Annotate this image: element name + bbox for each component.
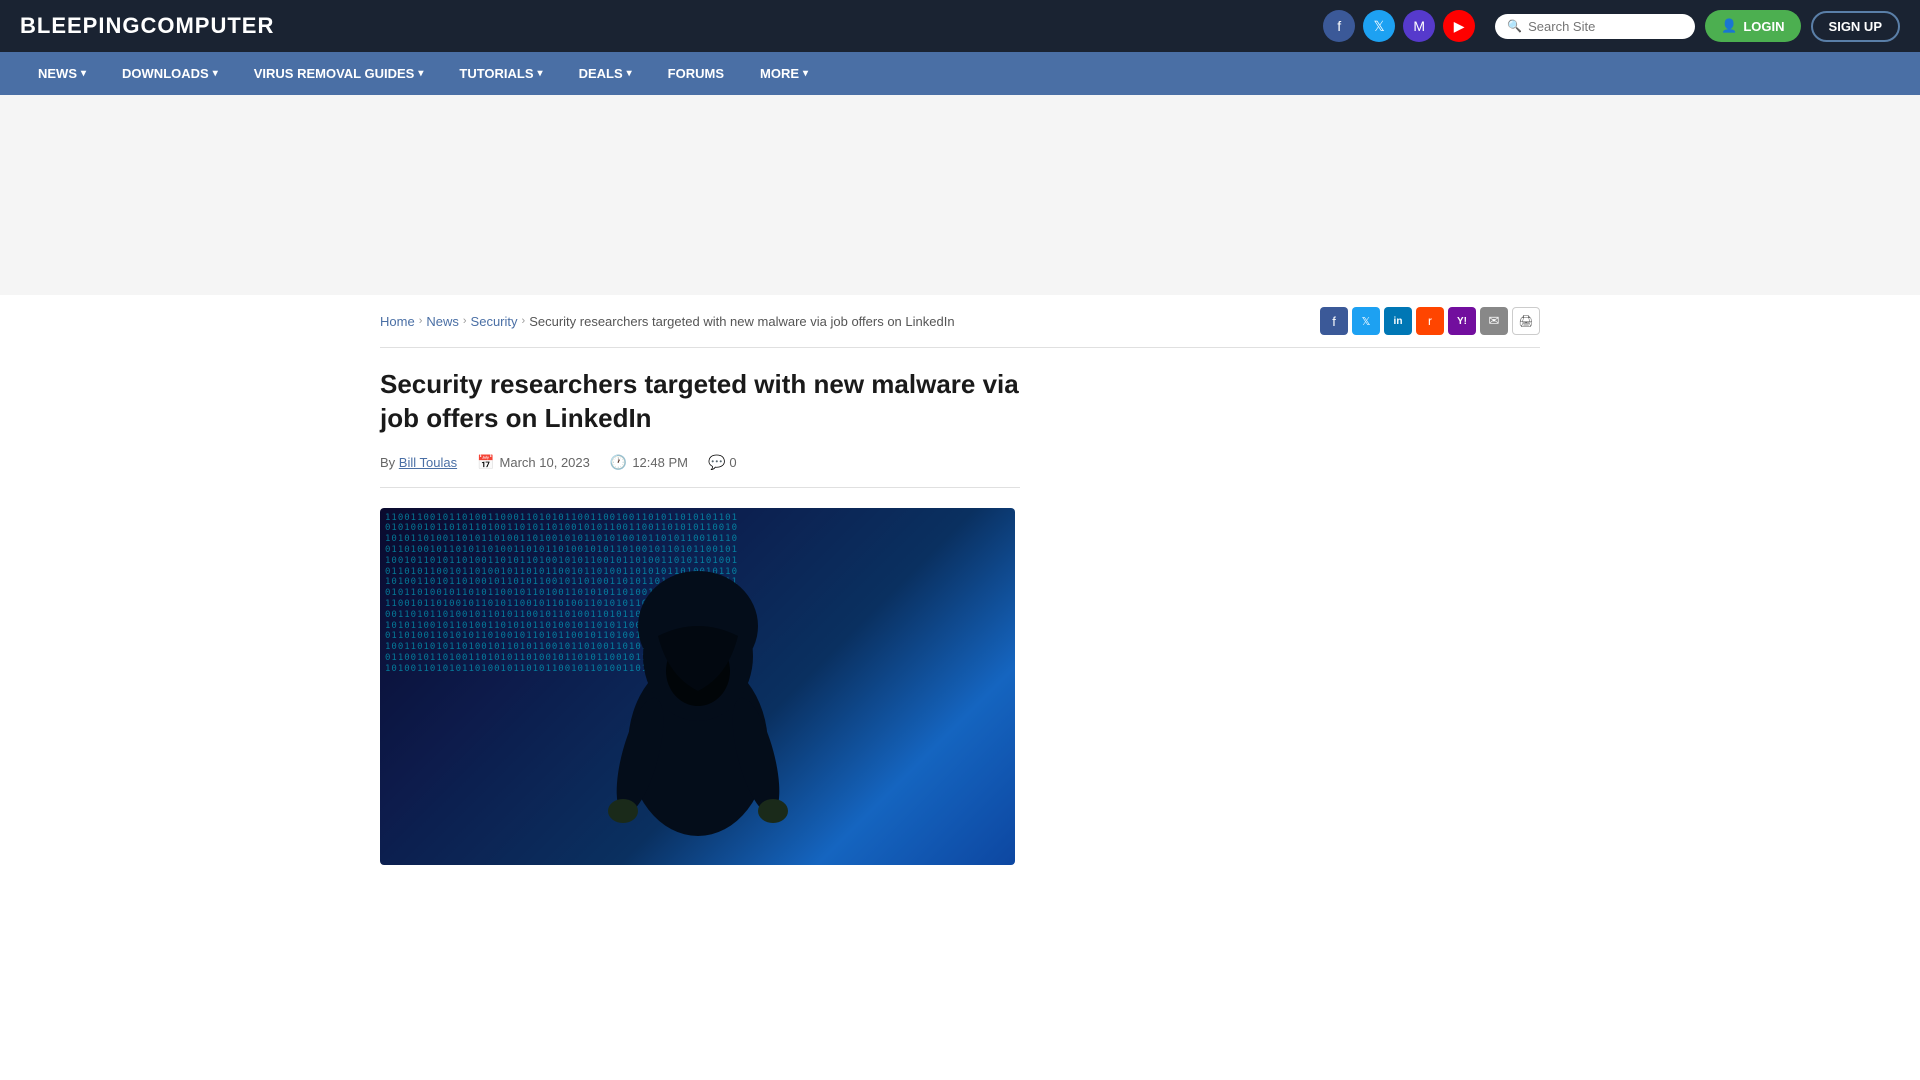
article-comments[interactable]: 💬 0 [708,454,737,471]
nav-tutorials[interactable]: TUTORIALS ▾ [441,52,560,95]
login-label: LOGIN [1743,19,1784,34]
breadcrumb-home[interactable]: Home [380,314,415,329]
advertisement-banner [0,95,1920,295]
article-hero-image: 1100110010110100110001101010110011001001… [380,508,1015,865]
article: Security researchers targeted with new m… [380,368,1020,865]
login-button[interactable]: 👤 LOGIN [1705,10,1800,42]
share-email[interactable]: ✉ [1480,307,1508,335]
comments-icon: 💬 [708,454,725,471]
nav-deals-label: DEALS [579,66,623,81]
nav-forums-label: FORUMS [668,66,724,81]
calendar-icon: 📅 [477,454,494,471]
breadcrumb-security[interactable]: Security [471,314,518,329]
twitter-icon[interactable]: 𝕏 [1363,10,1395,42]
site-header: BLEEPINGCOMPUTER f 𝕏 M ▶ 🔍 👤 LOGIN SIGN … [0,0,1920,52]
share-twitter[interactable]: 𝕏 [1352,307,1380,335]
article-title: Security researchers targeted with new m… [380,368,1020,436]
youtube-icon[interactable]: ▶ [1443,10,1475,42]
nav-forums[interactable]: FORUMS [650,52,742,95]
nav-more-label: MORE [760,66,799,81]
nav-downloads[interactable]: DOWNLOADS ▾ [104,52,236,95]
site-logo[interactable]: BLEEPINGCOMPUTER [20,13,274,39]
article-time-item: 🕐 12:48 PM [610,454,688,471]
user-icon: 👤 [1721,18,1737,34]
logo-regular: BLEEPING [20,13,140,38]
nav-more-arrow: ▾ [803,68,808,79]
sidebar [1050,368,1350,865]
nav-downloads-label: DOWNLOADS [122,66,209,81]
hacker-silhouette [558,526,838,846]
share-icons: f 𝕏 in r Y! ✉ 🖨 [1320,307,1540,335]
mastodon-icon[interactable]: M [1403,10,1435,42]
article-date-item: 📅 March 10, 2023 [477,454,590,471]
nav-tutorials-label: TUTORIALS [459,66,533,81]
share-yahoo[interactable]: Y! [1448,307,1476,335]
facebook-icon[interactable]: f [1323,10,1355,42]
share-linkedin[interactable]: in [1384,307,1412,335]
header-right: f 𝕏 M ▶ 🔍 👤 LOGIN SIGN UP [1323,10,1900,42]
nav-news[interactable]: NEWS ▾ [20,52,104,95]
nav-virus-label: VIRUS REMOVAL GUIDES [254,66,415,81]
clock-icon: 🕐 [610,454,627,471]
nav-virus-arrow: ▾ [418,68,423,79]
social-icons: f 𝕏 M ▶ [1323,10,1475,42]
logo-bold: COMPUTER [140,13,274,38]
breadcrumb-sep-2: › [463,315,467,327]
breadcrumb-current: Security researchers targeted with new m… [529,314,954,329]
main-container: Home › News › Security › Security resear… [360,295,1560,865]
nav-downloads-arrow: ▾ [213,68,218,79]
main-nav: NEWS ▾ DOWNLOADS ▾ VIRUS REMOVAL GUIDES … [0,52,1920,95]
comments-count: 0 [729,455,736,470]
article-author[interactable]: Bill Toulas [399,455,457,470]
breadcrumb: Home › News › Security › Security resear… [380,314,955,329]
signup-button[interactable]: SIGN UP [1811,11,1900,42]
nav-virus-removal[interactable]: VIRUS REMOVAL GUIDES ▾ [236,52,442,95]
nav-more[interactable]: MORE ▾ [742,52,826,95]
nav-news-arrow: ▾ [81,68,86,79]
nav-deals[interactable]: DEALS ▾ [561,52,650,95]
content-layout: Security researchers targeted with new m… [380,368,1540,865]
article-meta: By Bill Toulas 📅 March 10, 2023 🕐 12:48 … [380,454,1020,488]
breadcrumb-sep-3: › [522,315,526,327]
article-time: 12:48 PM [632,455,688,470]
search-bar: 🔍 [1495,14,1695,39]
search-icon: 🔍 [1507,19,1522,33]
article-date: March 10, 2023 [500,455,590,470]
breadcrumb-news[interactable]: News [426,314,459,329]
nav-news-label: NEWS [38,66,77,81]
share-facebook[interactable]: f [1320,307,1348,335]
nav-deals-arrow: ▾ [627,68,632,79]
nav-tutorials-arrow: ▾ [538,68,543,79]
share-reddit[interactable]: r [1416,307,1444,335]
breadcrumb-bar: Home › News › Security › Security resear… [380,295,1540,348]
search-input[interactable] [1528,19,1683,34]
article-by: By Bill Toulas [380,455,457,470]
breadcrumb-sep-1: › [419,315,423,327]
share-print[interactable]: 🖨 [1512,307,1540,335]
